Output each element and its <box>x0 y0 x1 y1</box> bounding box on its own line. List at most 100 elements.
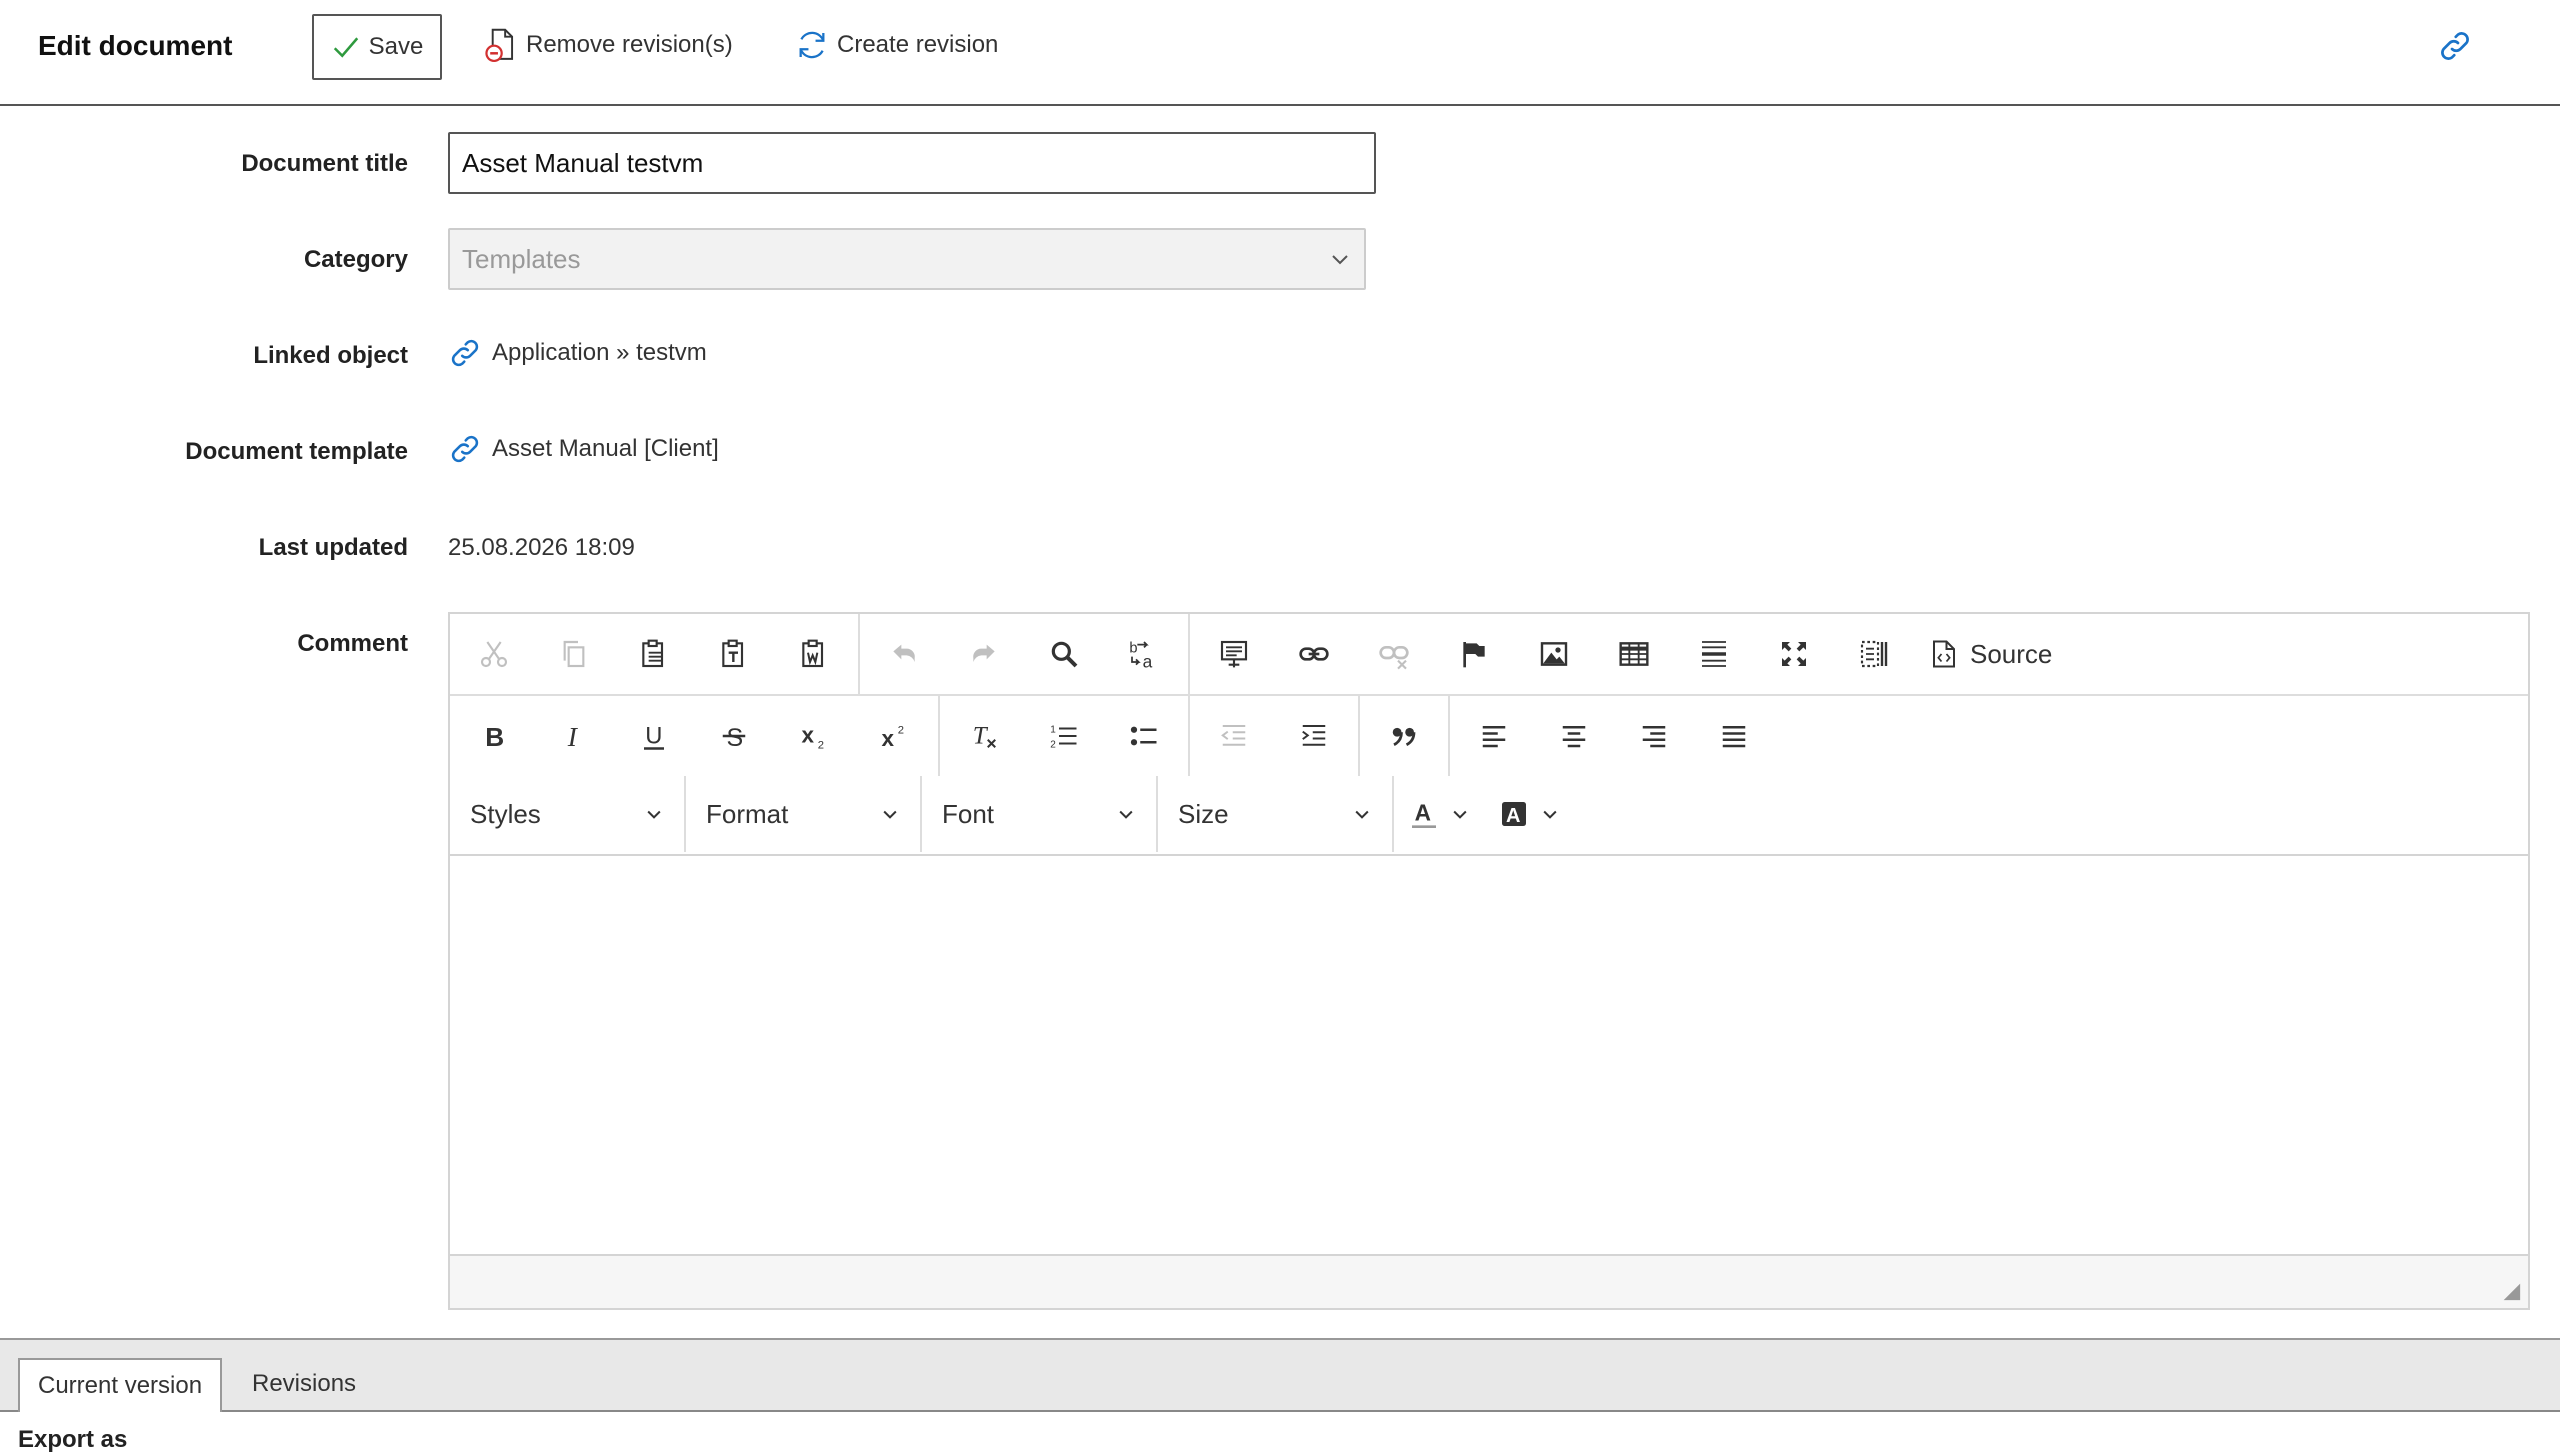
align-right-button[interactable] <box>1614 696 1694 776</box>
copy-button[interactable] <box>534 614 614 694</box>
insert-image-button[interactable] <box>1514 614 1594 694</box>
resize-handle-icon[interactable] <box>2500 1280 2522 1302</box>
tab-revisions[interactable]: Revisions <box>234 1358 374 1410</box>
bold-button[interactable]: B <box>454 696 534 776</box>
font-dropdown[interactable]: Font <box>922 776 1158 852</box>
copy-icon <box>558 638 590 670</box>
chevron-down-icon <box>1328 247 1352 271</box>
chevron-down-icon <box>644 804 664 824</box>
styles-label: Styles <box>470 798 541 829</box>
numbered-list-button[interactable]: 12 <box>1024 696 1104 776</box>
tab-current-version[interactable]: Current version <box>18 1358 223 1412</box>
strikethrough-button[interactable]: S <box>694 696 774 776</box>
document-title-input[interactable] <box>448 132 1376 194</box>
editor-content-area[interactable] <box>450 854 2528 1258</box>
svg-text:I: I <box>567 721 579 751</box>
placeholder-icon <box>1218 638 1250 670</box>
paste-text-icon <box>718 638 750 670</box>
text-color-button[interactable]: A <box>1394 776 1484 852</box>
align-left-button[interactable] <box>1454 696 1534 776</box>
paste-button[interactable] <box>614 614 694 694</box>
undo-group: ba <box>860 614 1190 694</box>
anchor-button[interactable] <box>1434 614 1514 694</box>
replace-button[interactable]: ba <box>1104 614 1184 694</box>
search-icon <box>1048 638 1080 670</box>
page-title: Edit document <box>38 30 233 61</box>
linked-object-link[interactable]: Application » testvm <box>448 336 707 370</box>
category-value: Templates <box>462 243 581 274</box>
horizontal-rule-button[interactable] <box>1674 614 1754 694</box>
svg-text:a: a <box>1143 651 1153 670</box>
horizontal-line-icon <box>1698 638 1730 670</box>
justify-button[interactable] <box>1694 696 1774 776</box>
paste-text-button[interactable] <box>694 614 774 694</box>
svg-text:B: B <box>485 722 504 751</box>
outdent-icon <box>1219 721 1249 751</box>
editor-toolbar-row-1: ba Source <box>450 614 2528 696</box>
document-template-link[interactable]: Asset Manual [Client] <box>448 432 719 466</box>
subscript-button[interactable]: x2 <box>774 696 854 776</box>
maximize-button[interactable] <box>1754 614 1834 694</box>
find-button[interactable] <box>1024 614 1104 694</box>
redo-button[interactable] <box>944 614 1024 694</box>
remove-revisions-button[interactable]: Remove revision(s) <box>484 14 733 76</box>
link-icon[interactable] <box>2437 28 2473 64</box>
scissors-icon <box>478 638 510 670</box>
indent-button[interactable] <box>1274 696 1354 776</box>
remove-revisions-label: Remove revision(s) <box>526 31 733 58</box>
blockquote-button[interactable] <box>1364 696 1444 776</box>
paragraph-group: T 12 <box>940 696 1190 776</box>
background-color-button[interactable]: A <box>1484 776 1574 852</box>
align-right-icon <box>1639 721 1669 751</box>
undo-button[interactable] <box>864 614 944 694</box>
strikethrough-icon: S <box>719 721 749 751</box>
underline-button[interactable]: U <box>614 696 694 776</box>
styles-dropdown[interactable]: Styles <box>450 776 686 852</box>
align-center-button[interactable] <box>1534 696 1614 776</box>
paste-word-button[interactable] <box>774 614 854 694</box>
remove-format-button[interactable]: T <box>944 696 1024 776</box>
outdent-button[interactable] <box>1194 696 1274 776</box>
bulleted-list-button[interactable] <box>1104 696 1184 776</box>
superscript-button[interactable]: x2 <box>854 696 934 776</box>
source-button[interactable]: Source <box>1914 614 2068 694</box>
format-label: Format <box>706 798 789 829</box>
svg-text:x: x <box>882 726 895 751</box>
unlink-icon <box>1378 638 1410 670</box>
document-title-label: Document title <box>241 150 408 177</box>
underline-icon: U <box>639 721 669 751</box>
size-label: Size <box>1178 798 1229 829</box>
bold-icon: B <box>479 721 509 751</box>
last-updated-value: 25.08.2026 18:09 <box>448 534 635 561</box>
svg-text:2: 2 <box>898 725 904 737</box>
format-dropdown[interactable]: Format <box>686 776 922 852</box>
insert-link-button[interactable] <box>1274 614 1354 694</box>
category-select[interactable]: Templates <box>448 228 1366 290</box>
clipboard-group <box>450 614 860 694</box>
clear-format-icon: T <box>969 721 999 751</box>
svg-text:U: U <box>645 723 662 750</box>
image-icon <box>1538 638 1570 670</box>
refresh-icon <box>795 28 829 62</box>
create-revision-button[interactable]: Create revision <box>795 14 998 76</box>
save-button[interactable]: Save <box>312 14 442 80</box>
paste-word-icon <box>798 638 830 670</box>
svg-text:x: x <box>802 722 815 747</box>
italic-button[interactable]: I <box>534 696 614 776</box>
linked-object-value: Application » testvm <box>492 339 707 366</box>
insert-table-button[interactable] <box>1594 614 1674 694</box>
svg-text:A: A <box>1415 800 1431 826</box>
size-dropdown[interactable]: Size <box>1158 776 1394 852</box>
category-label: Category <box>303 246 408 273</box>
editor-status-bar <box>450 1254 2528 1308</box>
show-blocks-button[interactable] <box>1834 614 1914 694</box>
insert-placeholder-button[interactable] <box>1194 614 1274 694</box>
link-icon <box>448 432 482 466</box>
unlink-button[interactable] <box>1354 614 1434 694</box>
quote-icon <box>1389 721 1419 751</box>
editor-toolbar-row-2: B I U S x2 x 2 T 1 2 <box>450 696 2528 776</box>
replace-icon: ba <box>1128 638 1160 670</box>
cut-button[interactable] <box>454 614 534 694</box>
last-updated-label: Last updated <box>258 534 408 561</box>
redo-icon <box>968 638 1000 670</box>
